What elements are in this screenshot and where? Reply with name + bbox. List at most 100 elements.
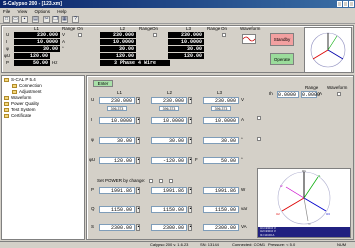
u-l2-input[interactable]: 230.000 bbox=[151, 97, 187, 104]
phi-l3-input[interactable]: 30.00 bbox=[203, 137, 239, 144]
menu-file[interactable]: File bbox=[3, 9, 10, 14]
harmonic-checkbox-2[interactable] bbox=[257, 116, 261, 120]
print-icon[interactable]: ▤ bbox=[32, 16, 39, 23]
i-l1-input[interactable]: 10.0000 bbox=[99, 117, 135, 124]
u-l3-input[interactable]: 230.000 bbox=[203, 97, 239, 104]
setpoint-radio-p[interactable] bbox=[149, 179, 153, 183]
phasor-label-u2: U2 bbox=[276, 212, 280, 216]
u-l1-display: 230.000 bbox=[14, 32, 60, 38]
s-l1-spinner[interactable]: ▲ bbox=[136, 224, 140, 231]
p-l1-spinner[interactable]: ▲ bbox=[136, 187, 140, 194]
close-button[interactable] bbox=[349, 1, 354, 7]
row-phi-label: φ bbox=[6, 46, 9, 51]
i-label: I bbox=[91, 117, 93, 122]
s-l3-input[interactable]: 2300.00 bbox=[203, 224, 239, 231]
minimize-button[interactable] bbox=[337, 1, 342, 7]
menu-options[interactable]: Options bbox=[34, 9, 50, 14]
menu-help[interactable]: Help bbox=[57, 9, 66, 14]
p-l3-input[interactable]: 1991.86 bbox=[203, 187, 239, 194]
u-l3-display: 230.000 bbox=[168, 32, 204, 38]
on-checkbox-l3[interactable] bbox=[222, 33, 226, 37]
s-l2-input[interactable]: 2300.00 bbox=[151, 224, 187, 231]
harmonic-label: Ih bbox=[269, 91, 273, 96]
p-label: P bbox=[91, 187, 95, 192]
s-l2-spinner[interactable]: ▲ bbox=[188, 224, 192, 231]
harmonic-checkbox[interactable] bbox=[337, 92, 341, 96]
col-header-l1: L1 bbox=[117, 90, 123, 95]
row-i-label: I bbox=[6, 39, 8, 44]
p-l2-spinner[interactable]: ▲ bbox=[188, 187, 192, 194]
q-l2-input[interactable]: 1150.00 bbox=[151, 206, 187, 213]
u-l2-spinner[interactable]: ▲ bbox=[188, 97, 192, 104]
setpoint-text: Set POWER by change: bbox=[97, 178, 146, 183]
i-l2-display: 10.0000 bbox=[100, 39, 136, 45]
overview-panel: L1 Range On L2 Range On L3 Range On Wave… bbox=[1, 25, 354, 73]
phi-l2-input[interactable]: 30.00 bbox=[151, 137, 187, 144]
setpoint-radio-s[interactable] bbox=[169, 179, 173, 183]
phiu-l1-input[interactable]: 120.00 bbox=[99, 157, 135, 164]
menu-view[interactable]: View bbox=[18, 9, 28, 14]
q-l1-spinner[interactable]: ▲ bbox=[136, 206, 140, 213]
tree-item-label: Connection bbox=[19, 83, 42, 88]
harmonic-value-1[interactable]: 0.0000 bbox=[277, 91, 299, 98]
save-icon[interactable]: ▪ bbox=[21, 16, 28, 23]
row-u-label: U bbox=[6, 32, 10, 37]
row-p-label: P bbox=[6, 60, 10, 65]
u-l2-line-voltage: 396.373 bbox=[159, 106, 179, 111]
copy-icon[interactable]: ❐ bbox=[52, 16, 59, 23]
open-icon[interactable]: ▭ bbox=[12, 16, 19, 23]
s-unit: VA bbox=[241, 224, 247, 229]
u-l1-input[interactable]: 230.000 bbox=[99, 97, 135, 104]
phi-l1-input[interactable]: 30.00 bbox=[99, 137, 135, 144]
tree-item-certificate[interactable]: Certificate bbox=[4, 113, 31, 119]
p-l2-input[interactable]: 1991.86 bbox=[151, 187, 187, 194]
i-l2-input[interactable]: 10.0000 bbox=[151, 117, 187, 124]
phasor-label-u3: U3 bbox=[326, 212, 330, 216]
i-l2-spinner[interactable]: ▲ bbox=[188, 117, 192, 124]
tree-item-label: Waveform bbox=[11, 95, 32, 100]
q-label: Q bbox=[91, 206, 95, 211]
status-serial: SN: 13144 bbox=[200, 242, 219, 247]
phiu-l1-spinner[interactable]: ▲ bbox=[136, 157, 140, 164]
phiu-l2-spinner[interactable]: ▲ bbox=[188, 157, 192, 164]
harmonic-value-2[interactable]: 0.0000 bbox=[301, 91, 320, 98]
frequency-input[interactable]: 50.00 bbox=[203, 157, 239, 164]
operate-button[interactable]: Operate bbox=[270, 53, 294, 65]
u-range: V bbox=[62, 32, 66, 37]
cut-icon[interactable]: ✂ bbox=[43, 16, 50, 23]
phiu-l2-input[interactable]: -120.00 bbox=[151, 157, 187, 164]
waveform-icon[interactable] bbox=[242, 34, 256, 44]
waveform-label: Waveform bbox=[327, 85, 348, 90]
p-l1-input[interactable]: 1991.86 bbox=[99, 187, 135, 194]
phi-l3-display: 30.00 bbox=[168, 46, 204, 52]
status-bar: Calypso 200 v. 1.6.23 SN: 13144 Connecte… bbox=[0, 241, 355, 248]
setpoint-radio-q[interactable] bbox=[159, 179, 163, 183]
on-checkbox-l2[interactable] bbox=[153, 33, 157, 37]
u-l1-spinner[interactable]: ▲ bbox=[136, 97, 140, 104]
header-waveform: Waveform bbox=[240, 26, 261, 31]
i-l3-input[interactable]: 10.0000 bbox=[203, 117, 239, 124]
tree-item-label: Certificate bbox=[11, 113, 32, 118]
q-l1-input[interactable]: 1150.00 bbox=[99, 206, 135, 213]
folder-icon bbox=[4, 101, 9, 106]
status-display: 3 Phase 4 Wire bbox=[100, 60, 170, 66]
on-checkbox-l1[interactable] bbox=[78, 33, 82, 37]
standby-button[interactable]: Standby bbox=[270, 33, 294, 46]
harmonic-checkbox-3[interactable] bbox=[257, 137, 261, 141]
header-on-2: On bbox=[152, 26, 159, 31]
i-l1-spinner[interactable]: ▲ bbox=[136, 117, 140, 124]
q-l2-spinner[interactable]: ▲ bbox=[188, 206, 192, 213]
q-l3-input[interactable]: 1150.00 bbox=[203, 206, 239, 213]
phi-l1-spinner[interactable]: ▲ bbox=[136, 137, 140, 144]
phi-l2-spinner[interactable]: ▲ bbox=[188, 137, 192, 144]
toolbar: □ ▭ ▪ ▤ ✂ ❐ ▦ ? bbox=[0, 15, 355, 24]
u-label: U bbox=[91, 97, 95, 102]
new-icon[interactable]: □ bbox=[3, 16, 10, 23]
maximize-button[interactable] bbox=[343, 1, 348, 7]
help-icon[interactable]: ? bbox=[72, 16, 79, 23]
enter-button[interactable]: Enter bbox=[93, 80, 113, 87]
phiu-l2-display: 120.00 bbox=[100, 53, 136, 59]
phi-range: ° bbox=[62, 46, 64, 51]
s-l1-input[interactable]: 2300.00 bbox=[99, 224, 135, 231]
paste-icon[interactable]: ▦ bbox=[61, 16, 68, 23]
